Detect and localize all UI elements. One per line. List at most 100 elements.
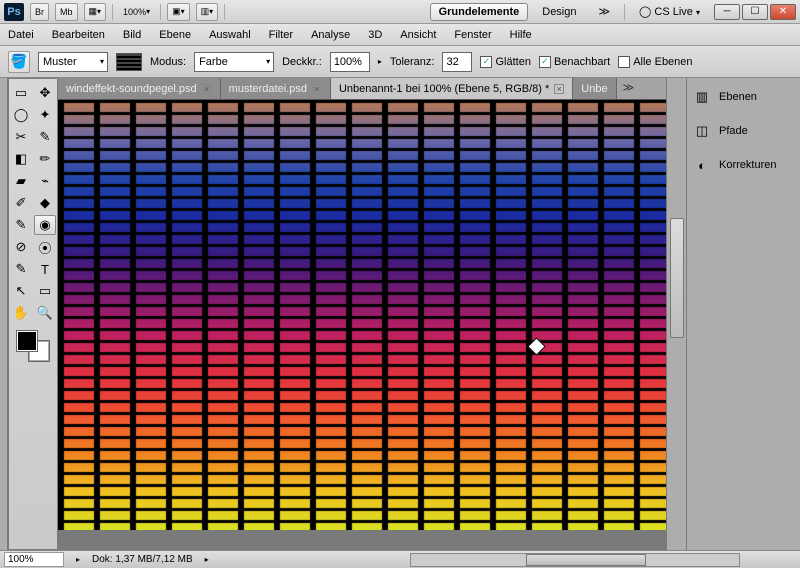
tool-18[interactable]: ↖ <box>10 281 32 301</box>
menu-auswahl[interactable]: Auswahl <box>209 29 251 41</box>
tool-12[interactable]: ✎ <box>10 215 32 235</box>
tool-1[interactable]: ✥ <box>34 83 56 103</box>
tool-16[interactable]: ✎ <box>10 259 32 279</box>
tool-2[interactable]: ◯ <box>10 105 32 125</box>
tool-13[interactable]: ◉ <box>34 215 56 235</box>
tool-9[interactable]: ⌁ <box>34 171 56 191</box>
left-gutter <box>0 78 8 550</box>
tool-6[interactable]: ◧ <box>10 149 32 169</box>
menu-fenster[interactable]: Fenster <box>454 29 491 41</box>
workspace-more[interactable]: ≫ <box>591 3 619 20</box>
document-tab[interactable]: windeffekt-soundpegel.psd × <box>58 78 221 99</box>
options-bar: 🪣 Muster Modus: Farbe Deckkr.: 100% ▸ Tol… <box>0 46 800 78</box>
tool-7[interactable]: ✏ <box>34 149 56 169</box>
zoom-dropdown[interactable]: 100% ▾ <box>119 3 154 21</box>
tool-8[interactable]: ▰ <box>10 171 32 191</box>
foreground-color-swatch[interactable] <box>17 331 37 351</box>
menu-analyse[interactable]: Analyse <box>311 29 350 41</box>
opacity-stepper[interactable]: ▸ <box>378 57 382 66</box>
tab-label: musterdatei.psd <box>229 83 307 95</box>
tool-17[interactable]: T <box>34 259 56 279</box>
pfade-icon: ◫ <box>693 122 711 140</box>
alllayers-checkbox[interactable]: Alle Ebenen <box>618 56 692 68</box>
menu-bearbeiten[interactable]: Bearbeiten <box>52 29 105 41</box>
tool-4[interactable]: ✂ <box>10 127 32 147</box>
zoom-value[interactable]: 100% <box>4 552 64 567</box>
tab-label: Unbenannt-1 bei 100% (Ebene 5, RGB/8) * <box>339 83 549 95</box>
tool-21[interactable]: 🔍 <box>34 303 56 323</box>
workspace-grundelemente[interactable]: Grundelemente <box>430 3 529 21</box>
menu-datei[interactable]: Datei <box>8 29 34 41</box>
tool-3[interactable]: ✦ <box>34 105 56 125</box>
opacity-label: Deckkr.: <box>282 56 322 68</box>
mode-label: Modus: <box>150 56 186 68</box>
document-tabs: windeffekt-soundpegel.psd×musterdatei.ps… <box>58 78 666 100</box>
arrange-dropdown[interactable]: ▥ ▾ <box>196 3 219 21</box>
canvas[interactable] <box>58 100 666 530</box>
contiguous-checkbox[interactable]: ✓Benachbart <box>539 56 610 68</box>
panel-ebenen[interactable]: ▥ Ebenen <box>693 88 794 106</box>
tool-11[interactable]: ◆ <box>34 193 56 213</box>
tolerance-input[interactable]: 32 <box>442 52 472 72</box>
cslive-button[interactable]: ◯ CS Live ▾ <box>631 3 708 20</box>
tool-10[interactable]: ✐ <box>10 193 32 213</box>
menu-ansicht[interactable]: Ansicht <box>400 29 436 41</box>
panel-label: Ebenen <box>719 91 757 103</box>
pattern-swatch[interactable] <box>116 53 142 71</box>
tab-label: Unbe <box>581 83 607 95</box>
doc-info: Dok: 1,37 MB/7,12 MB <box>92 554 193 565</box>
horizontal-scrollbar[interactable] <box>410 553 740 567</box>
menu-ebene[interactable]: Ebene <box>159 29 191 41</box>
tool-19[interactable]: ▭ <box>34 281 56 301</box>
vertical-scrollbar[interactable] <box>666 78 686 550</box>
ebenen-icon: ▥ <box>693 88 711 106</box>
panel-label: Pfade <box>719 125 748 137</box>
zoom-stepper[interactable]: ▸ <box>76 555 80 564</box>
antialias-checkbox[interactable]: ✓Glätten <box>480 56 530 68</box>
panel-dock: ▥ Ebenen ◫ Pfade ◐ Korrekturen <box>686 78 800 550</box>
separator <box>224 4 225 20</box>
minibridge-button[interactable]: Mb <box>55 3 78 21</box>
screenmode-dropdown[interactable]: ▣ ▾ <box>167 3 190 21</box>
workspace-design[interactable]: Design <box>534 4 584 20</box>
panel-korrekturen[interactable]: ◐ Korrekturen <box>693 156 794 174</box>
menu-bild[interactable]: Bild <box>123 29 141 41</box>
tool-5[interactable]: ✎ <box>34 127 56 147</box>
color-picker[interactable] <box>15 329 51 363</box>
menu-3d[interactable]: 3D <box>368 29 382 41</box>
opacity-input[interactable]: 100% <box>330 52 370 72</box>
bucket-tool-icon[interactable]: 🪣 <box>8 51 30 73</box>
mode-dropdown[interactable]: Farbe <box>194 52 274 72</box>
scrollbar-thumb[interactable] <box>526 554 646 566</box>
panel-pfade[interactable]: ◫ Pfade <box>693 122 794 140</box>
tolerance-label: Toleranz: <box>390 56 435 68</box>
close-icon[interactable]: × <box>202 84 212 94</box>
korrekturen-icon: ◐ <box>693 156 711 174</box>
tool-0[interactable]: ▭ <box>10 83 32 103</box>
status-bar: 100% ▸ Dok: 1,37 MB/7,12 MB ▸ <box>0 550 800 568</box>
document-tab[interactable]: musterdatei.psd × <box>221 78 331 99</box>
close-icon[interactable]: × <box>554 84 564 94</box>
document-tab[interactable]: Unbenannt-1 bei 100% (Ebene 5, RGB/8) * × <box>331 78 573 99</box>
bridge-button[interactable]: Br <box>30 3 49 21</box>
doc-info-menu[interactable]: ▸ <box>205 555 209 564</box>
tab-overflow-button[interactable]: ≫ <box>617 78 641 99</box>
tool-14[interactable]: ⊘ <box>10 237 32 257</box>
layout-dropdown[interactable]: ▦ ▾ <box>84 3 107 21</box>
photoshop-logo-icon: Ps <box>4 3 24 21</box>
fill-type-dropdown[interactable]: Muster <box>38 52 108 72</box>
menu-hilfe[interactable]: Hilfe <box>510 29 532 41</box>
menu-filter[interactable]: Filter <box>269 29 293 41</box>
window-close-button[interactable]: ✕ <box>770 4 796 20</box>
tab-label: windeffekt-soundpegel.psd <box>66 83 197 95</box>
canvas-viewport[interactable] <box>58 100 666 550</box>
window-maximize-button[interactable]: ☐ <box>742 4 768 20</box>
tool-20[interactable]: ✋ <box>10 303 32 323</box>
panel-label: Korrekturen <box>719 159 776 171</box>
document-tab[interactable]: Unbe <box>573 78 616 99</box>
scrollbar-thumb[interactable] <box>670 218 684 338</box>
separator <box>160 4 161 20</box>
tool-15[interactable]: ⦿ <box>34 237 56 257</box>
close-icon[interactable]: × <box>312 84 322 94</box>
window-minimize-button[interactable]: ─ <box>714 4 740 20</box>
